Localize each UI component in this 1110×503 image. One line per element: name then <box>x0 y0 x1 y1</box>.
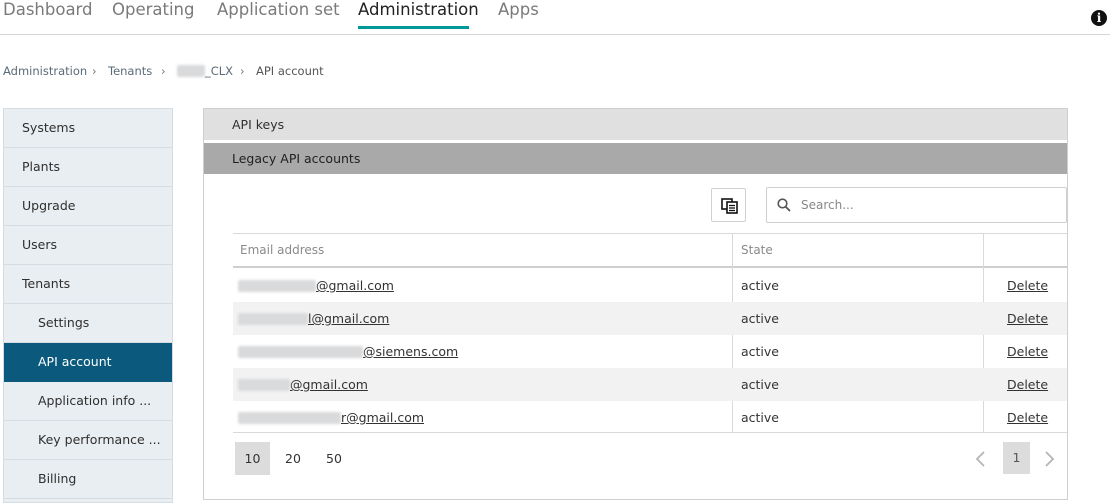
sidebar: Systems Plants Upgrade Users Tenants Set… <box>3 108 173 503</box>
table-row: @gmail.com active Delete <box>233 368 1067 401</box>
page-size-10[interactable]: 10 <box>235 442 270 475</box>
state-value: active <box>741 410 779 425</box>
info-icon[interactable]: i <box>1091 10 1107 26</box>
sidebar-item-upgrade[interactable]: Upgrade <box>4 187 172 226</box>
sidebar-item-api-account[interactable]: API account <box>4 343 172 382</box>
search-box[interactable] <box>766 187 1067 223</box>
email-link[interactable]: @gmail.com <box>290 368 368 401</box>
state-value: active <box>741 311 779 326</box>
page-size-20[interactable]: 20 <box>278 442 308 475</box>
redacted-text <box>238 412 341 424</box>
table-row: l@gmail.com active Delete <box>233 302 1067 335</box>
top-nav: Dashboard Operating Application set Admi… <box>0 0 1110 35</box>
state-value: active <box>741 344 779 359</box>
redacted-text <box>177 65 205 77</box>
sidebar-item-settings[interactable]: Settings <box>4 304 172 343</box>
breadcrumb-tenants[interactable]: Tenants <box>108 63 152 79</box>
state-value: active <box>741 377 779 392</box>
breadcrumb-administration[interactable]: Administration <box>3 63 87 79</box>
breadcrumb-tenant[interactable]: _CLX <box>205 63 233 79</box>
main-panel: API keys Legacy API accounts Email addre… <box>203 108 1068 500</box>
page-number-current[interactable]: 1 <box>1003 442 1030 474</box>
search-icon <box>777 198 791 212</box>
active-tab-indicator <box>358 26 469 29</box>
tab-apps[interactable]: Apps <box>498 0 539 20</box>
sidebar-item-tenants[interactable]: Tenants <box>4 265 172 304</box>
table-row: @siemens.com active Delete <box>233 335 1067 368</box>
accounts-table: Email address State @gmail.com active De… <box>233 233 1067 433</box>
section-api-keys[interactable]: API keys <box>204 109 1067 140</box>
redacted-text <box>238 280 316 292</box>
table-row: r@gmail.com active Delete <box>233 401 1067 434</box>
sidebar-item-users[interactable]: Users <box>4 226 172 265</box>
column-header-email[interactable]: Email address <box>240 234 324 266</box>
tab-application-set[interactable]: Application set <box>217 0 340 20</box>
redacted-text <box>238 379 290 391</box>
chevron-right-icon: › <box>240 64 245 78</box>
page-size-50[interactable]: 50 <box>319 442 349 475</box>
email-link[interactable]: l@gmail.com <box>308 302 389 335</box>
chevron-right-icon: › <box>161 64 166 78</box>
email-link[interactable]: @gmail.com <box>316 269 394 302</box>
tab-operating[interactable]: Operating <box>112 0 195 20</box>
redacted-text <box>238 346 363 358</box>
email-link[interactable]: @siemens.com <box>363 335 458 368</box>
email-link[interactable]: r@gmail.com <box>341 401 424 434</box>
state-value: active <box>741 278 779 293</box>
table-row: @gmail.com active Delete <box>233 269 1067 302</box>
sidebar-item-systems[interactable]: Systems <box>4 109 172 148</box>
chevron-right-icon[interactable] <box>1041 450 1057 468</box>
redacted-text <box>238 313 308 325</box>
sidebar-item-key-performance[interactable]: Key performance ... <box>4 421 172 460</box>
sidebar-item-plants[interactable]: Plants <box>4 148 172 187</box>
tab-administration[interactable]: Administration <box>358 0 479 20</box>
chevron-left-icon[interactable] <box>973 450 989 468</box>
column-header-state[interactable]: State <box>741 234 773 266</box>
delete-link[interactable]: Delete <box>1007 335 1048 368</box>
search-input[interactable] <box>801 194 1056 216</box>
sidebar-item-billing[interactable]: Billing <box>4 460 172 499</box>
delete-link[interactable]: Delete <box>1007 368 1048 401</box>
tab-dashboard[interactable]: Dashboard <box>3 0 93 20</box>
table-bottom-border <box>233 432 1067 433</box>
sidebar-item-application-info[interactable]: Application info ... <box>4 382 172 421</box>
delete-link[interactable]: Delete <box>1007 302 1048 335</box>
breadcrumb-api-account: API account <box>256 64 324 78</box>
delete-link[interactable]: Delete <box>1007 401 1048 434</box>
export-icon <box>721 198 738 214</box>
section-legacy-api-accounts[interactable]: Legacy API accounts <box>204 143 1067 174</box>
delete-link[interactable]: Delete <box>1007 269 1048 302</box>
chevron-right-icon: › <box>92 64 97 78</box>
export-button[interactable] <box>711 188 746 222</box>
table-header: Email address State <box>233 234 1067 268</box>
